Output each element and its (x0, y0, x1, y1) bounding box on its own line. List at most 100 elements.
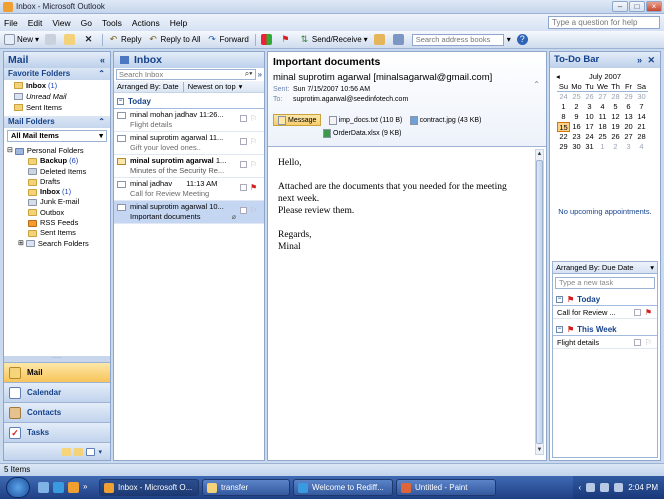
calendar-day[interactable]: 26 (583, 92, 596, 102)
calendar-day[interactable]: 9 (570, 112, 583, 122)
calendar-day[interactable]: 17 (583, 122, 596, 132)
calendar-day[interactable]: 1 (557, 102, 570, 112)
new-button[interactable]: New ▾ (4, 34, 39, 45)
mail-folders-header[interactable]: Mail Folders ⌃ (4, 116, 110, 128)
calendar-day[interactable]: 11 (596, 112, 609, 122)
menu-view[interactable]: View (52, 18, 70, 28)
menu-edit[interactable]: Edit (28, 18, 43, 28)
task-item[interactable]: Flight details ⚐ (553, 336, 657, 349)
security-icon[interactable] (614, 483, 624, 492)
sort-order-button[interactable]: Newest on top (188, 82, 236, 91)
calendar-day[interactable]: 29 (622, 92, 635, 102)
calendar-day[interactable]: 27 (622, 132, 635, 142)
taskbar-paint[interactable]: Untitled - Paint (396, 479, 496, 496)
menu-actions[interactable]: Actions (132, 18, 160, 28)
sort-dropdown-icon[interactable]: ▾ (239, 82, 243, 91)
red-flag-icon[interactable]: ⚑ (250, 183, 258, 192)
delete-button[interactable]: ✕ (83, 34, 96, 45)
ie-icon[interactable] (53, 482, 64, 493)
search-icon[interactable]: ⌕▾ (245, 69, 253, 78)
send-receive-button[interactable]: ⇅ Send/Receive ▾ (299, 34, 368, 45)
scroll-thumb[interactable] (536, 160, 543, 444)
red-flag-icon[interactable]: ⚑ (645, 306, 652, 319)
calendar-day[interactable]: 29 (557, 142, 570, 152)
category-box[interactable] (634, 309, 641, 316)
calendar-day[interactable]: 26 (609, 132, 622, 142)
folder-search-folders[interactable]: ⊞ Search Folders (4, 239, 110, 249)
calendar-day[interactable]: 18 (596, 122, 609, 132)
follow-up-button[interactable]: ⚑ (280, 34, 293, 45)
folder-list-icon[interactable] (74, 447, 84, 456)
reply-all-button[interactable]: ↶ Reply to All (147, 34, 200, 45)
calendar-day[interactable]: 3 (583, 102, 596, 112)
flag-icon[interactable]: ⚐ (250, 114, 258, 123)
minimize-button[interactable]: – (612, 1, 628, 12)
flag-icon[interactable]: ⚐ (250, 160, 258, 169)
message-item[interactable]: minal suprotim agarwal 11... Gift your l… (114, 132, 264, 155)
calendar-day[interactable]: 5 (609, 102, 622, 112)
category-box[interactable] (240, 115, 247, 122)
menu-file[interactable]: File (4, 18, 18, 28)
address-search-input[interactable]: Search address books (411, 33, 504, 46)
calendar-day[interactable]: 31 (583, 142, 596, 152)
calendar-day[interactable]: 27 (596, 92, 609, 102)
calendar-day[interactable]: 1 (596, 142, 609, 152)
calendar-day[interactable]: 8 (557, 112, 570, 122)
nav-mail-button[interactable]: Mail (4, 362, 110, 382)
folder-junk-email[interactable]: Junk E-mail (4, 197, 110, 207)
media-player-icon[interactable] (68, 482, 79, 493)
address-search-dropdown[interactable]: ▾ (507, 35, 511, 44)
help-button[interactable]: ? (516, 34, 530, 45)
move-button[interactable] (64, 34, 77, 45)
tray-expand-icon[interactable]: ‹ (579, 483, 582, 492)
calendar-day[interactable]: 23 (570, 132, 583, 142)
calendar-day[interactable]: 20 (622, 122, 635, 132)
folder-drafts[interactable]: Drafts (4, 177, 110, 187)
calendar-day[interactable]: 21 (635, 122, 648, 132)
folder-personal-folders[interactable]: ⊟ Personal Folders (4, 146, 110, 156)
menu-help[interactable]: Help (170, 18, 187, 28)
calendar-day[interactable]: 24 (557, 92, 570, 102)
expand-plus-icon[interactable]: ⊞ (18, 239, 24, 249)
calendar-day-today[interactable]: 15 (557, 122, 570, 132)
configure-buttons-icon[interactable]: ▾ (98, 448, 102, 456)
calendar-day[interactable]: 12 (609, 112, 622, 122)
calendar-day[interactable]: 3 (622, 142, 635, 152)
calendar-day[interactable]: 2 (609, 142, 622, 152)
calendar-day[interactable]: 10 (583, 112, 596, 122)
task-item[interactable]: Call for Review ... ⚑ (553, 306, 657, 319)
attachment-xlsx[interactable]: OrderData.xlsx (9 KB) (323, 128, 401, 140)
notes-icon[interactable] (62, 447, 72, 456)
start-button[interactable] (6, 477, 30, 498)
message-item[interactable]: minal mohan jadhav 11:26... Flight detai… (114, 109, 264, 132)
category-box[interactable] (634, 339, 641, 346)
category-box[interactable] (240, 184, 247, 191)
task-arranged-by[interactable]: Arranged By: Due Date ▾ (553, 262, 657, 274)
favorite-folders-header[interactable]: Favorite Folders ⌃ (4, 68, 110, 80)
folder-rss-feeds[interactable]: RSS Feeds (4, 218, 110, 228)
collapse-group-icon[interactable]: − (556, 295, 563, 303)
maximize-button[interactable]: □ (629, 1, 645, 12)
calendar-day[interactable]: 13 (622, 112, 635, 122)
todo-chevron-icon[interactable]: » (637, 52, 642, 68)
category-box[interactable] (240, 161, 247, 168)
search-inbox-input[interactable]: Search Inbox ⌕▾ (116, 69, 256, 80)
message-item[interactable]: minal jadhav 11:13 AM Call for Review Me… (114, 178, 264, 201)
favorite-sent-items[interactable]: Sent Items (4, 102, 110, 113)
category-box[interactable] (240, 207, 247, 214)
collapse-group-icon[interactable]: − (556, 325, 563, 333)
print-button[interactable] (45, 34, 58, 45)
arranged-by-button[interactable]: Arranged By: Date (117, 82, 179, 91)
favorite-unread-mail[interactable]: Unread Mail (4, 91, 110, 102)
message-tab[interactable]: Message (273, 114, 322, 126)
task-group-this-week[interactable]: − ⚑ This Week (553, 323, 657, 336)
calendar-day[interactable]: 4 (596, 102, 609, 112)
taskbar-transfer[interactable]: transfer (202, 479, 290, 496)
forward-button[interactable]: ↷ Forward (207, 34, 249, 45)
close-button[interactable]: × (646, 1, 662, 12)
calendar-day[interactable]: 4 (635, 142, 648, 152)
message-item[interactable]: minal suprotim agarwal 1... Minutes of t… (114, 155, 264, 178)
folder-sent-items[interactable]: Sent Items (4, 228, 110, 238)
address-book-small[interactable] (392, 34, 406, 45)
nav-calendar-button[interactable]: Calendar (4, 382, 110, 402)
